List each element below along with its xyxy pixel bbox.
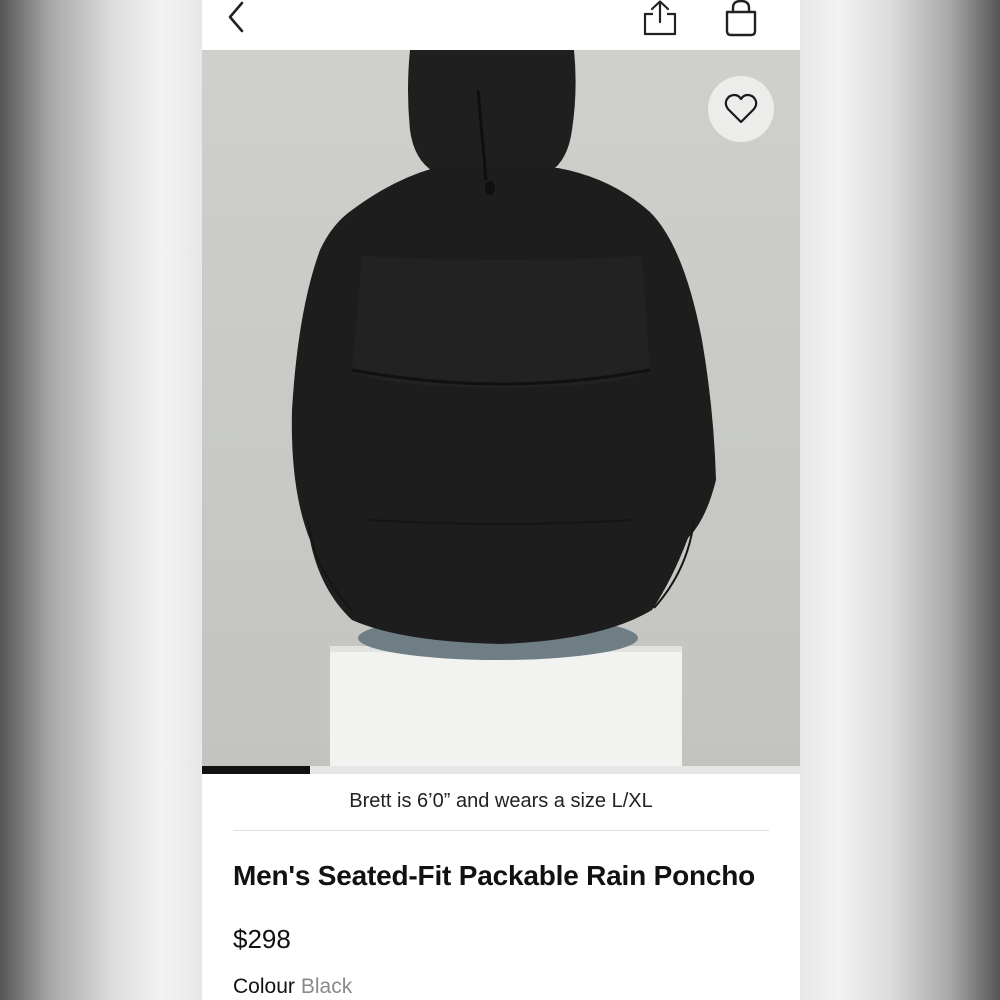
back-button[interactable] [220, 0, 254, 36]
product-image[interactable] [202, 50, 800, 766]
share-button[interactable] [640, 0, 680, 38]
colour-row: Colour Black [233, 975, 352, 999]
colour-value: Black [300, 975, 353, 998]
product-price: $298 [233, 924, 291, 954]
colour-label: Colour [233, 975, 295, 998]
product-title: Men's Seated-Fit Packable Rain Poncho [233, 860, 756, 891]
product-detail-screen: Brett is 6’0” and wears a size L/XL Men'… [202, 0, 800, 1000]
product-photo-illustration [202, 50, 800, 766]
heart-icon [724, 93, 758, 124]
gallery-progress-fill [202, 766, 310, 774]
favorite-button[interactable] [708, 76, 774, 142]
chevron-left-icon [228, 1, 244, 33]
shopping-bag-button[interactable] [722, 0, 760, 38]
model-size-caption: Brett is 6’0” and wears a size L/XL [349, 790, 653, 812]
blurred-background-right [800, 0, 1000, 1000]
top-navigation-bar [202, 0, 800, 50]
gallery-progress-bar [202, 766, 800, 774]
divider [233, 830, 769, 831]
blurred-background-left [0, 0, 202, 1000]
pedestal [330, 646, 682, 766]
shopping-bag-icon [725, 0, 757, 37]
share-icon [643, 0, 677, 36]
